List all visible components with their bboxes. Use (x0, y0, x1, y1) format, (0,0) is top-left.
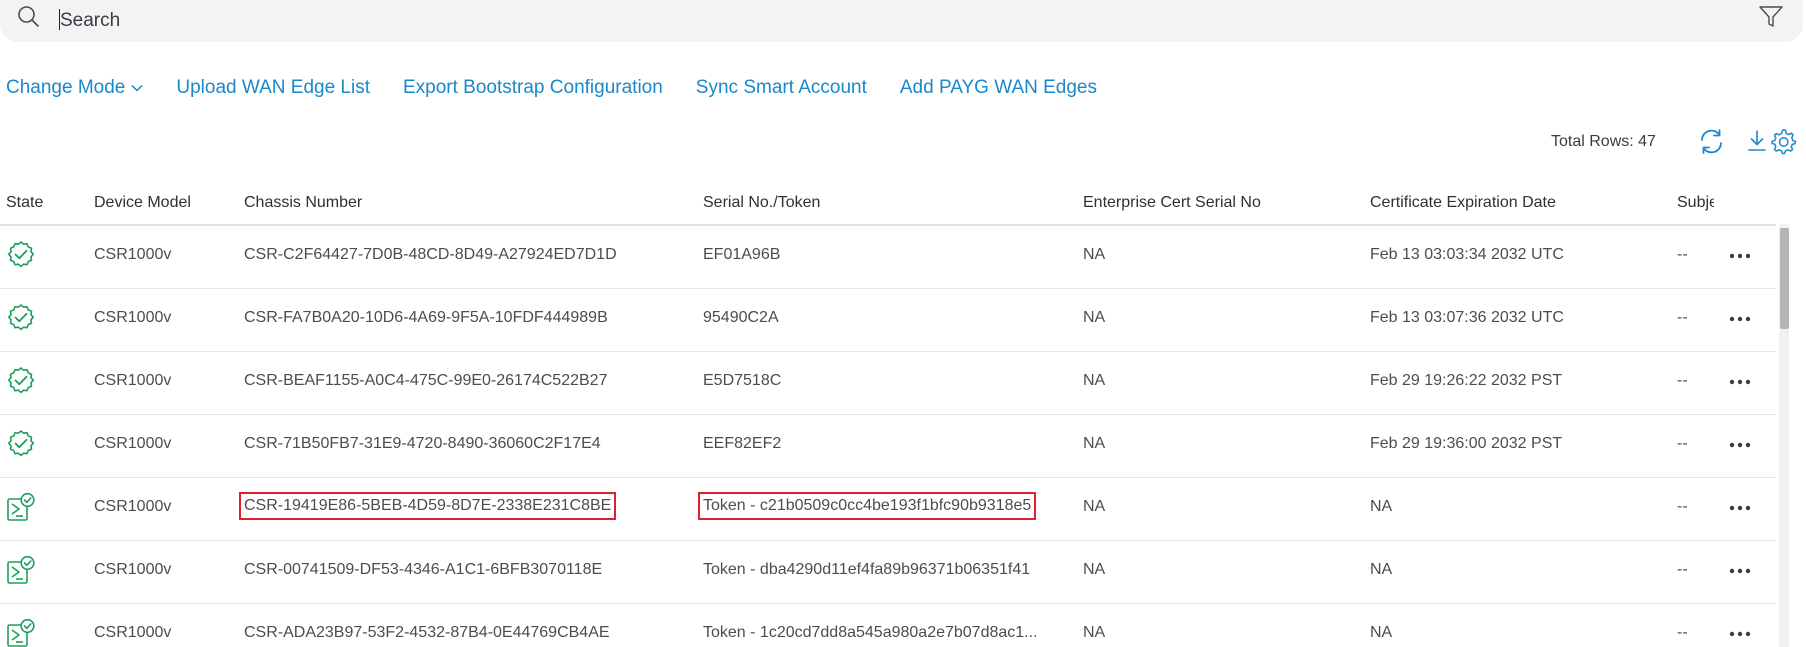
device-model-cell: CSR1000v (94, 624, 172, 641)
more-options-icon[interactable] (1729, 631, 1751, 637)
device-model-cell: CSR1000v (94, 372, 172, 389)
upload-wan-edge-list-link[interactable]: Upload WAN Edge List (176, 77, 370, 99)
enterprise-cert-cell: NA (1083, 309, 1106, 326)
add-payg-wan-edges-link[interactable]: Add PAYG WAN Edges (900, 77, 1097, 99)
chassis-number-cell: CSR-FA7B0A20-10D6-4A69-9F5A-10FDF444989B (244, 309, 608, 326)
device-model-cell: CSR1000v (94, 435, 172, 452)
refresh-icon[interactable] (1697, 127, 1726, 156)
enterprise-cert-cell: NA (1083, 372, 1106, 389)
subject-cell: -- (1677, 624, 1688, 641)
device-model-cell: CSR1000v (94, 561, 172, 578)
subject-cell: -- (1677, 435, 1688, 452)
chevron-down-icon (131, 84, 143, 92)
more-options-icon[interactable] (1729, 568, 1751, 574)
chassis-number-cell: CSR-C2F64427-7D0B-48CD-8D49-A27924ED7D1D (244, 246, 617, 263)
subject-cell: -- (1677, 498, 1688, 515)
more-options-icon[interactable] (1729, 442, 1751, 448)
total-rows-count: Total Rows: 47 (1551, 133, 1656, 150)
enterprise-cert-cell: NA (1083, 561, 1106, 578)
cert-expiration-cell: Feb 29 19:26:22 2032 PST (1370, 372, 1563, 389)
enterprise-cert-cell: NA (1083, 498, 1106, 515)
filter-icon[interactable] (1758, 4, 1784, 30)
more-options-icon[interactable] (1729, 253, 1751, 259)
cert-expiration-cell: Feb 13 03:03:34 2032 UTC (1370, 246, 1564, 263)
wan-edge-table: State Device Model Chassis Number Serial… (0, 176, 1776, 647)
serial-token-cell: Token - dba4290d11ef4fa89b96371b06351f41 (703, 561, 1031, 578)
more-options-icon[interactable] (1729, 505, 1751, 511)
chassis-number-cell: CSR-BEAF1155-A0C4-475C-99E0-26174C522B27 (244, 372, 608, 389)
certificate-verified-icon (8, 430, 34, 457)
search-bar (0, 0, 1803, 42)
enterprise-cert-cell: NA (1083, 435, 1106, 452)
table-header: State Device Model Chassis Number Serial… (0, 176, 1776, 226)
serial-token-cell: 95490C2A (703, 309, 779, 326)
subject-cell: -- (1677, 246, 1688, 263)
scrollbar-thumb[interactable] (1780, 228, 1789, 329)
certificate-verified-icon (8, 367, 34, 394)
enterprise-cert-cell: NA (1083, 624, 1106, 641)
serial-token-cell: Token - c21b0509c0cc4be193f1bfc90b9318e5 (697, 492, 1037, 520)
export-bootstrap-config-link[interactable]: Export Bootstrap Configuration (403, 77, 663, 99)
search-icon (18, 6, 39, 27)
sync-smart-account-link[interactable]: Sync Smart Account (696, 77, 867, 99)
more-options-icon[interactable] (1729, 379, 1751, 385)
column-header-chassis-number[interactable]: Chassis Number (244, 194, 362, 212)
search-input[interactable] (58, 7, 1662, 35)
device-model-cell: CSR1000v (94, 246, 172, 263)
serial-token-cell: E5D7518C (703, 372, 782, 389)
column-header-enterprise-cert[interactable]: Enterprise Cert Serial No (1083, 194, 1261, 212)
table-row[interactable]: CSR1000v CSR-ADA23B97-53F2-4532-87B4-0E44… (0, 604, 1776, 647)
download-icon[interactable] (1746, 129, 1768, 153)
serial-token-cell: EF01A96B (703, 246, 781, 263)
cert-expiration-cell: Feb 13 03:07:36 2032 UTC (1370, 309, 1564, 326)
subject-cell: -- (1677, 561, 1688, 578)
subject-cell: -- (1677, 309, 1688, 326)
cert-expiration-cell: NA (1370, 624, 1393, 641)
more-options-icon[interactable] (1729, 316, 1751, 322)
change-mode-dropdown[interactable]: Change Mode (6, 77, 143, 99)
table-row[interactable]: CSR1000v CSR-C2F64427-7D0B-48CD-8D49-A279… (0, 226, 1776, 289)
cert-expiration-cell: Feb 29 19:36:00 2032 PST (1370, 435, 1563, 452)
table-row[interactable]: CSR1000v CSR-BEAF1155-A0C4-475C-99E0-2617… (0, 352, 1776, 415)
subject-cell: -- (1677, 372, 1688, 389)
token-generated-icon (7, 555, 35, 584)
wan-edge-list-page: Change Mode Upload WAN Edge List Export … (0, 0, 1806, 647)
chassis-number-cell: CSR-00741509-DF53-4346-A1C1-6BFB3070118E (244, 561, 603, 578)
column-header-subject[interactable]: Subject (1677, 194, 1714, 212)
action-bar: Change Mode Upload WAN Edge List Export … (6, 76, 1130, 100)
column-header-device-model[interactable]: Device Model (94, 194, 191, 212)
table-body: CSR1000v CSR-C2F64427-7D0B-48CD-8D49-A279… (0, 226, 1776, 647)
table-row[interactable]: CSR1000v CSR-FA7B0A20-10D6-4A69-9F5A-10FD… (0, 289, 1776, 352)
token-generated-icon (7, 492, 35, 521)
table-row[interactable]: CSR1000v CSR-71B50FB7-31E9-4720-8490-3606… (0, 415, 1776, 478)
chassis-number-cell: CSR-ADA23B97-53F2-4532-87B4-0E44769CB4AE (244, 624, 610, 641)
serial-token-cell: EEF82EF2 (703, 435, 782, 452)
text-caret (59, 9, 60, 30)
enterprise-cert-cell: NA (1083, 246, 1106, 263)
cert-expiration-cell: NA (1370, 498, 1393, 515)
token-generated-icon (7, 618, 35, 647)
change-mode-label: Change Mode (6, 77, 126, 98)
certificate-verified-icon (8, 241, 34, 268)
chassis-number-cell: CSR-19419E86-5BEB-4D59-8D7E-2338E231C8BE (238, 492, 617, 520)
table-row[interactable]: CSR1000v CSR-19419E86-5BEB-4D59-8D7E-2338… (0, 478, 1776, 541)
certificate-verified-icon (8, 304, 34, 331)
column-header-serial-token[interactable]: Serial No./Token (703, 194, 820, 212)
cert-expiration-cell: NA (1370, 561, 1393, 578)
column-header-state[interactable]: State (6, 194, 43, 212)
table-row[interactable]: CSR1000v CSR-00741509-DF53-4346-A1C1-6BFB… (0, 541, 1776, 604)
column-header-cert-expiration[interactable]: Certificate Expiration Date (1370, 194, 1556, 212)
device-model-cell: CSR1000v (94, 309, 172, 326)
device-model-cell: CSR1000v (94, 498, 172, 515)
chassis-number-cell: CSR-71B50FB7-31E9-4720-8490-36060C2F17E4 (244, 435, 601, 452)
gear-icon[interactable] (1770, 128, 1797, 155)
serial-token-cell: Token - 1c20cd7dd8a545a980a2e7b07d8ac1..… (703, 624, 1038, 641)
